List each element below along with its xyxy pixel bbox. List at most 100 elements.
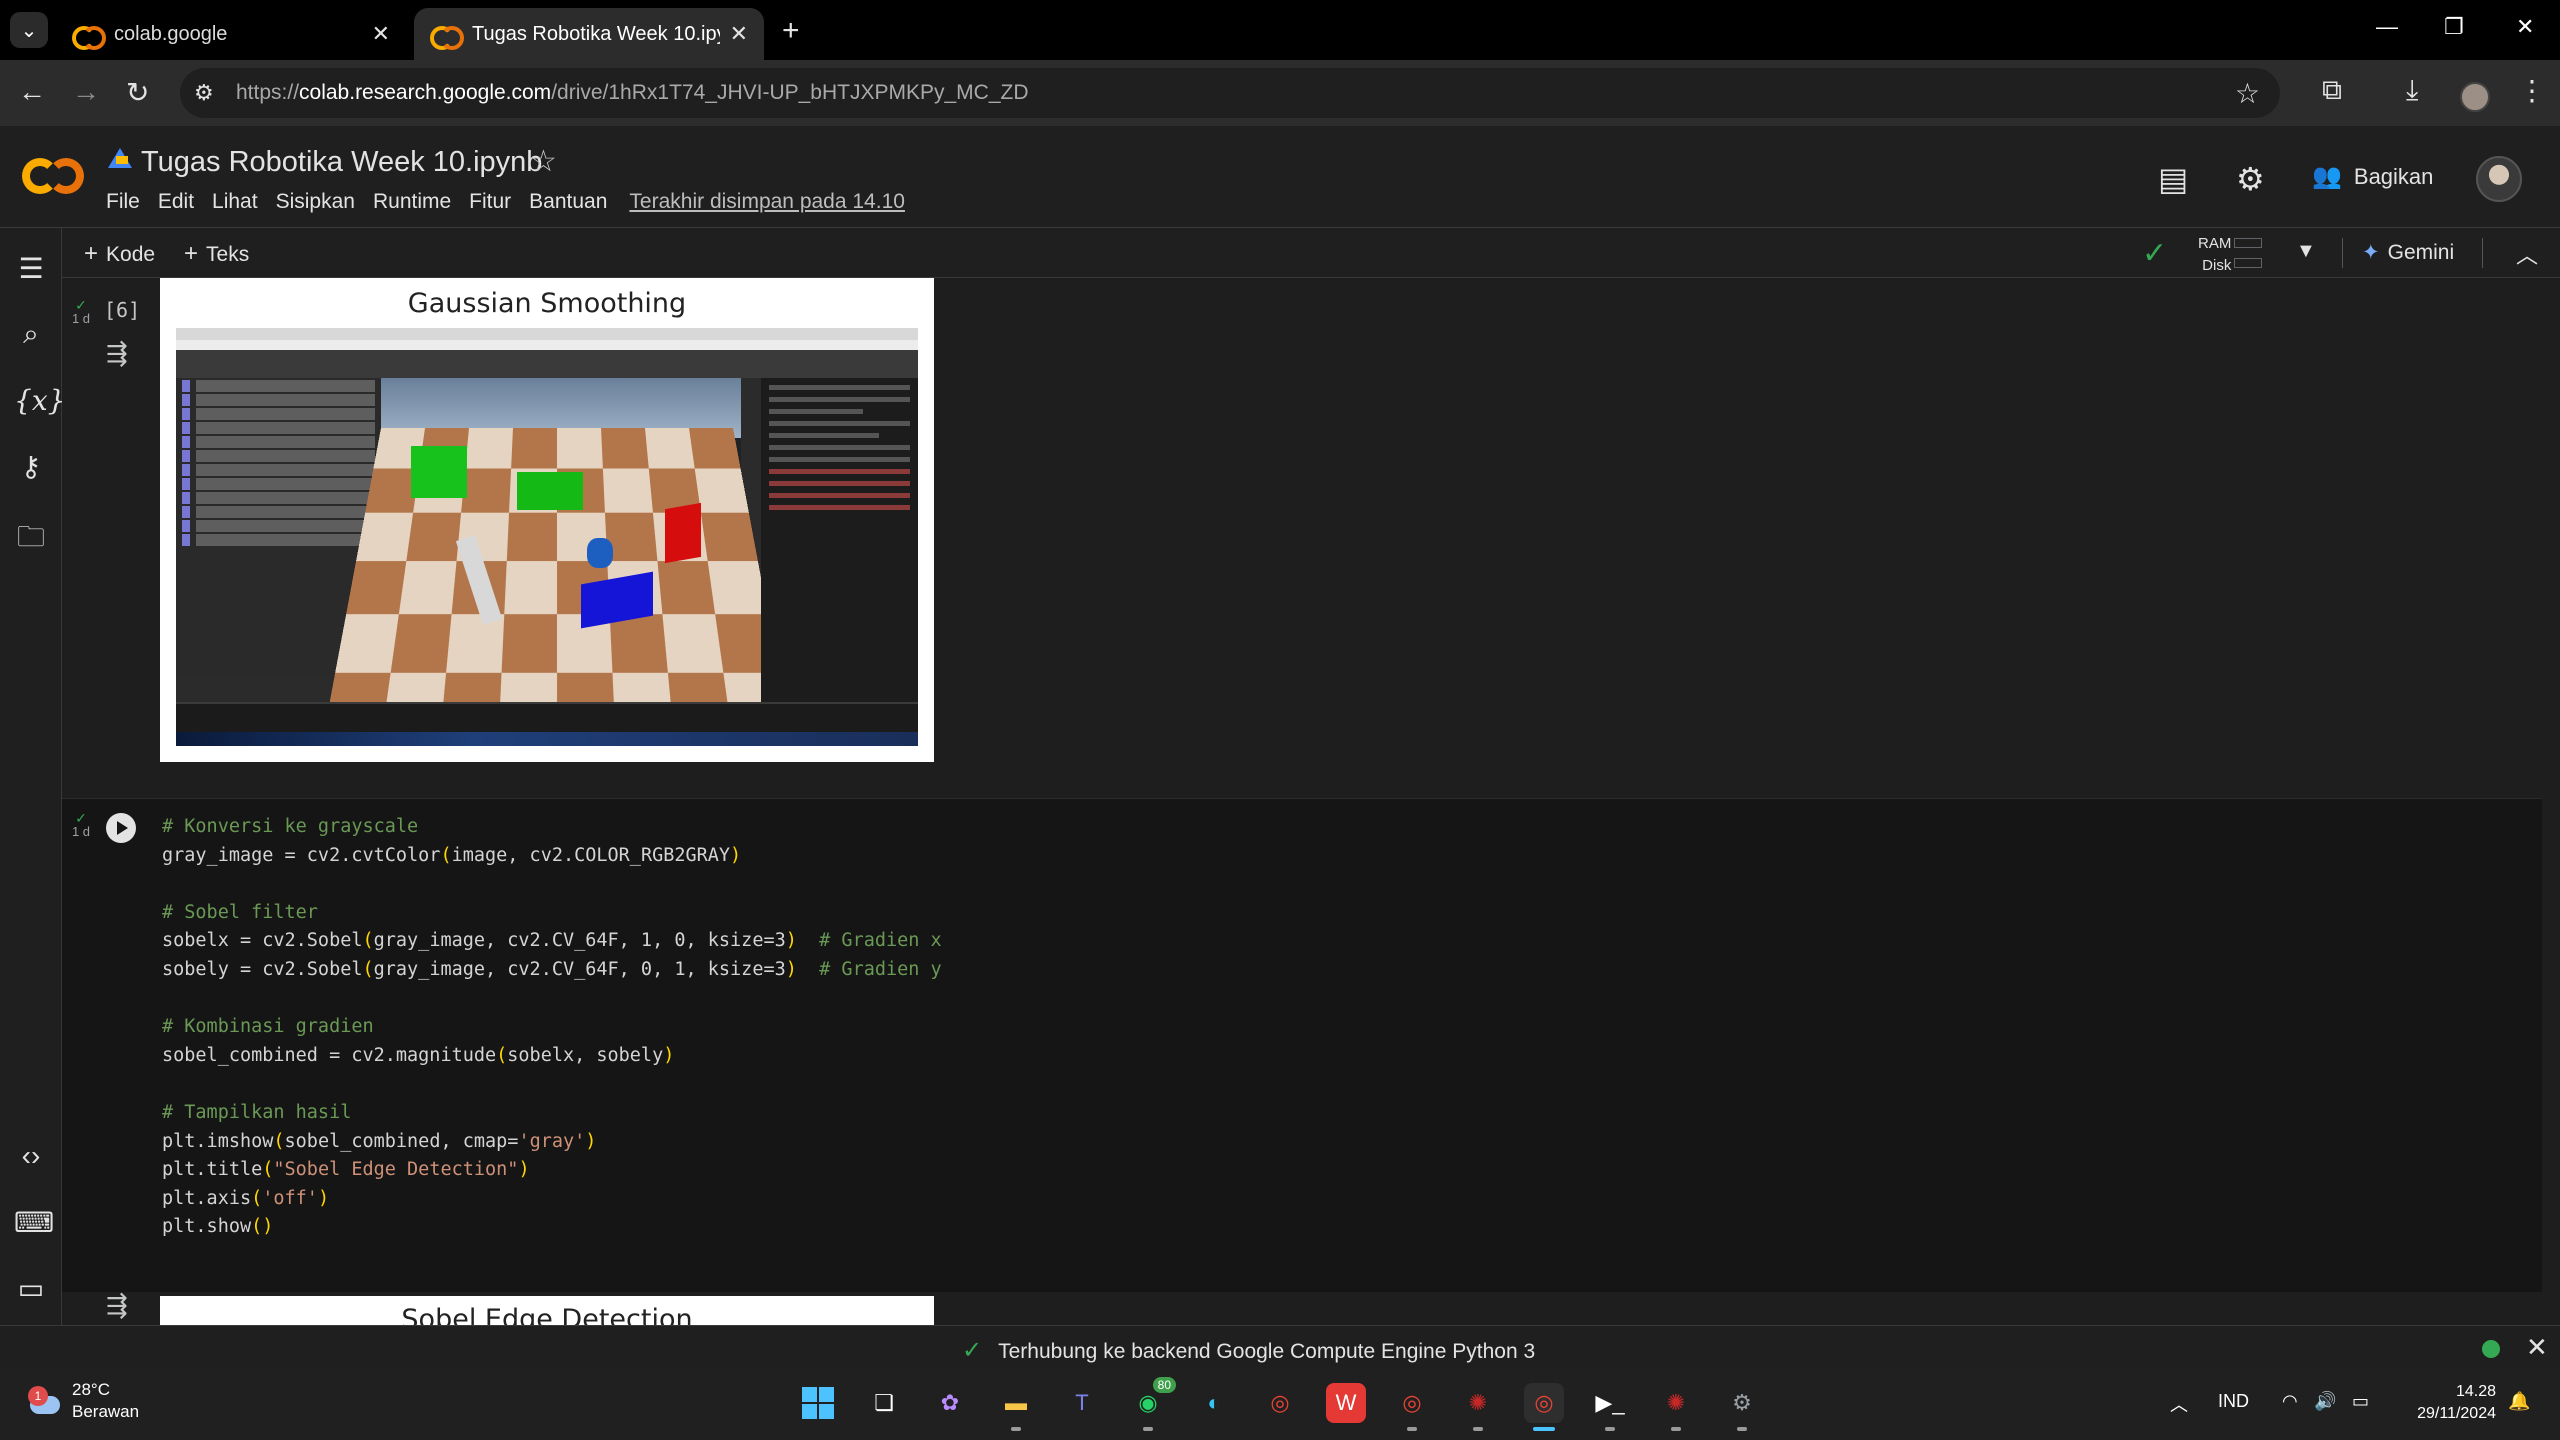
disk-usage-bar bbox=[2234, 258, 2262, 268]
system-clock[interactable]: 14.28 29/11/2024 bbox=[2400, 1381, 2496, 1425]
browser-menu-icon[interactable]: ⋮ bbox=[2518, 74, 2546, 107]
variables-icon[interactable]: {x} bbox=[14, 384, 65, 417]
menu-runtime[interactable]: Runtime bbox=[373, 190, 451, 214]
success-check-icon: ✓ bbox=[75, 810, 87, 826]
task-view-icon[interactable]: ❏ bbox=[864, 1383, 904, 1423]
code-line: # Konversi ke grayscale bbox=[162, 816, 419, 837]
browser-tab-active[interactable]: Tugas Robotika Week 10.ipynb ✕ bbox=[414, 8, 764, 60]
chrome-icon[interactable]: ◎ bbox=[1260, 1383, 1300, 1423]
table-of-contents-icon[interactable]: ☰ bbox=[14, 252, 48, 285]
cell-output-figure: Sobel Edge Detection bbox=[160, 1296, 934, 1325]
volume-icon[interactable]: 🔊 bbox=[2314, 1391, 2336, 1412]
browser-profile-avatar[interactable] bbox=[2460, 82, 2490, 112]
battery-icon[interactable]: ▭ bbox=[2352, 1391, 2369, 1412]
tray-overflow-icon[interactable]: ︿ bbox=[2170, 1391, 2188, 1417]
code-snippets-icon[interactable]: ‹› bbox=[14, 1140, 48, 1172]
close-tab-icon[interactable]: ✕ bbox=[730, 21, 748, 47]
code-cell[interactable]: ✓ 1 d # Konversi ke grayscale gray_image =… bbox=[62, 798, 2542, 1292]
terminal-app-icon[interactable]: ▶_ bbox=[1590, 1383, 1630, 1431]
colab-header: Tugas Robotika Week 10.ipynb ☆ File Edit… bbox=[0, 126, 2560, 228]
teams-icon[interactable]: T bbox=[1062, 1383, 1102, 1423]
code-line: plt.title("Sobel Edge Detection") bbox=[162, 1159, 530, 1181]
edge-icon[interactable]: ◐ bbox=[1194, 1383, 1234, 1423]
reload-icon[interactable]: ↻ bbox=[126, 76, 149, 109]
browser-tab[interactable]: colab.google ✕ bbox=[56, 8, 406, 60]
settings-gear-icon[interactable]: ⚙ bbox=[2236, 160, 2265, 198]
divider bbox=[2342, 238, 2343, 268]
site-info-icon[interactable]: ⚙ bbox=[194, 80, 224, 106]
wps-office-icon[interactable]: W bbox=[1326, 1383, 1366, 1423]
output-actions-icon[interactable]: ⇶ bbox=[106, 1290, 128, 1321]
code-line: sobel_combined = cv2.magnitude(sobelx, s… bbox=[162, 1044, 675, 1066]
terminal-icon[interactable]: ▭ bbox=[14, 1272, 48, 1305]
search-icon[interactable]: ⌕ bbox=[14, 318, 48, 351]
menu-insert[interactable]: Sisipkan bbox=[276, 190, 355, 214]
gemini-button[interactable]: ✦ Gemini bbox=[2362, 240, 2454, 265]
settings-app-icon[interactable]: ⚙ bbox=[1722, 1383, 1762, 1431]
tab-search-icon[interactable]: ⌄ bbox=[10, 12, 48, 48]
browser-tab-strip: ⌄ colab.google ✕ Tugas Robotika Week 10.… bbox=[0, 0, 2560, 60]
cell-exec-status: ✓ 1 d bbox=[68, 811, 94, 839]
code-editor[interactable]: # Konversi ke grayscale gray_image = cv2.… bbox=[162, 813, 942, 1242]
command-palette-icon[interactable]: ⌨ bbox=[14, 1206, 54, 1239]
output-actions-icon[interactable]: ⇶ bbox=[106, 338, 128, 369]
notebook-title[interactable]: Tugas Robotika Week 10.ipynb bbox=[141, 146, 542, 179]
collapse-header-icon[interactable]: ︿ bbox=[2516, 238, 2538, 270]
add-text-button[interactable]: + Teks bbox=[184, 240, 249, 268]
people-icon: 👥 bbox=[2312, 163, 2342, 190]
code-line: plt.imshow(sobel_combined, cmap='gray') bbox=[162, 1130, 597, 1152]
webots-screenshot-image bbox=[176, 328, 918, 746]
back-icon[interactable]: ← bbox=[18, 76, 46, 108]
forward-icon[interactable]: → bbox=[72, 76, 100, 108]
wifi-icon[interactable]: ◠ bbox=[2282, 1391, 2298, 1412]
start-windows-icon[interactable] bbox=[798, 1383, 838, 1423]
comments-icon[interactable]: ▤ bbox=[2158, 160, 2188, 198]
last-saved-link[interactable]: Terakhir disimpan pada 14.10 bbox=[629, 190, 905, 214]
colab-favicon-icon bbox=[72, 26, 106, 50]
ram-usage-bar bbox=[2234, 238, 2262, 248]
colab-favicon-icon bbox=[430, 26, 464, 50]
notification-bell-icon[interactable]: 🔔 bbox=[2508, 1391, 2530, 1412]
star-notebook-icon[interactable]: ☆ bbox=[530, 144, 557, 179]
extensions-icon[interactable]: ⧉ bbox=[2322, 74, 2342, 107]
runtime-dropdown-icon[interactable]: ▼ bbox=[2296, 240, 2316, 263]
notebook-area: ✓ 1 d [6] ⇶ Gaussian Smoothing ✓ 1 d # K… bbox=[62, 278, 2560, 1325]
chrome-profile-icon[interactable]: ◎ bbox=[1392, 1383, 1432, 1431]
download-icon[interactable]: ⤓ bbox=[2406, 74, 2418, 107]
menu-help[interactable]: Bantuan bbox=[529, 190, 607, 214]
account-avatar[interactable] bbox=[2476, 156, 2522, 202]
browser-tab-title: Tugas Robotika Week 10.ipynb bbox=[472, 22, 720, 45]
add-code-button[interactable]: + Kode bbox=[84, 240, 155, 268]
drive-icon[interactable] bbox=[108, 148, 132, 168]
close-tab-icon[interactable]: ✕ bbox=[372, 21, 390, 47]
run-cell-button[interactable] bbox=[106, 813, 136, 843]
language-indicator[interactable]: IND bbox=[2218, 1391, 2249, 1412]
files-folder-icon[interactable]: 🗀 bbox=[14, 516, 48, 564]
chrome-active-icon[interactable]: ◎ bbox=[1524, 1383, 1564, 1431]
copilot-icon[interactable]: ✿ bbox=[930, 1383, 970, 1423]
share-button[interactable]: 👥 Bagikan bbox=[2312, 162, 2433, 191]
left-sidebar: ☰ ⌕ {x} ⚷ 🗀 ‹› ⌨ ▭ bbox=[0, 228, 65, 1325]
menu-tools[interactable]: Fitur bbox=[469, 190, 511, 214]
webots-icon[interactable]: ✺ bbox=[1458, 1383, 1498, 1431]
webots-2-icon[interactable]: ✺ bbox=[1656, 1383, 1696, 1431]
menu-view[interactable]: Lihat bbox=[212, 190, 258, 214]
close-status-icon[interactable]: ✕ bbox=[2526, 1332, 2548, 1363]
weather-widget[interactable]: 1 28°C Berawan bbox=[26, 1379, 139, 1423]
divider bbox=[2482, 238, 2483, 268]
secrets-key-icon[interactable]: ⚷ bbox=[14, 450, 48, 483]
bookmark-star-icon[interactable]: ☆ bbox=[2235, 77, 2260, 110]
address-bar[interactable]: ⚙ https://colab.research.google.com/driv… bbox=[180, 68, 2280, 118]
restore-icon[interactable]: ❐ bbox=[2444, 14, 2464, 40]
browser-tab-title: colab.google bbox=[114, 22, 228, 45]
window-close-icon[interactable]: ✕ bbox=[2516, 14, 2534, 40]
menu-file[interactable]: File bbox=[106, 190, 140, 214]
file-explorer-icon[interactable]: ▬ bbox=[996, 1383, 1036, 1431]
menu-edit[interactable]: Edit bbox=[158, 190, 194, 214]
code-line: plt.axis('off') bbox=[162, 1187, 330, 1209]
colab-logo-icon[interactable] bbox=[22, 158, 84, 194]
whatsapp-icon[interactable]: ◉ 80 bbox=[1128, 1377, 1176, 1431]
minimize-icon[interactable]: — bbox=[2376, 14, 2398, 40]
new-tab-icon[interactable]: + bbox=[782, 14, 800, 48]
resource-monitor[interactable]: RAM Disk bbox=[2198, 233, 2231, 277]
